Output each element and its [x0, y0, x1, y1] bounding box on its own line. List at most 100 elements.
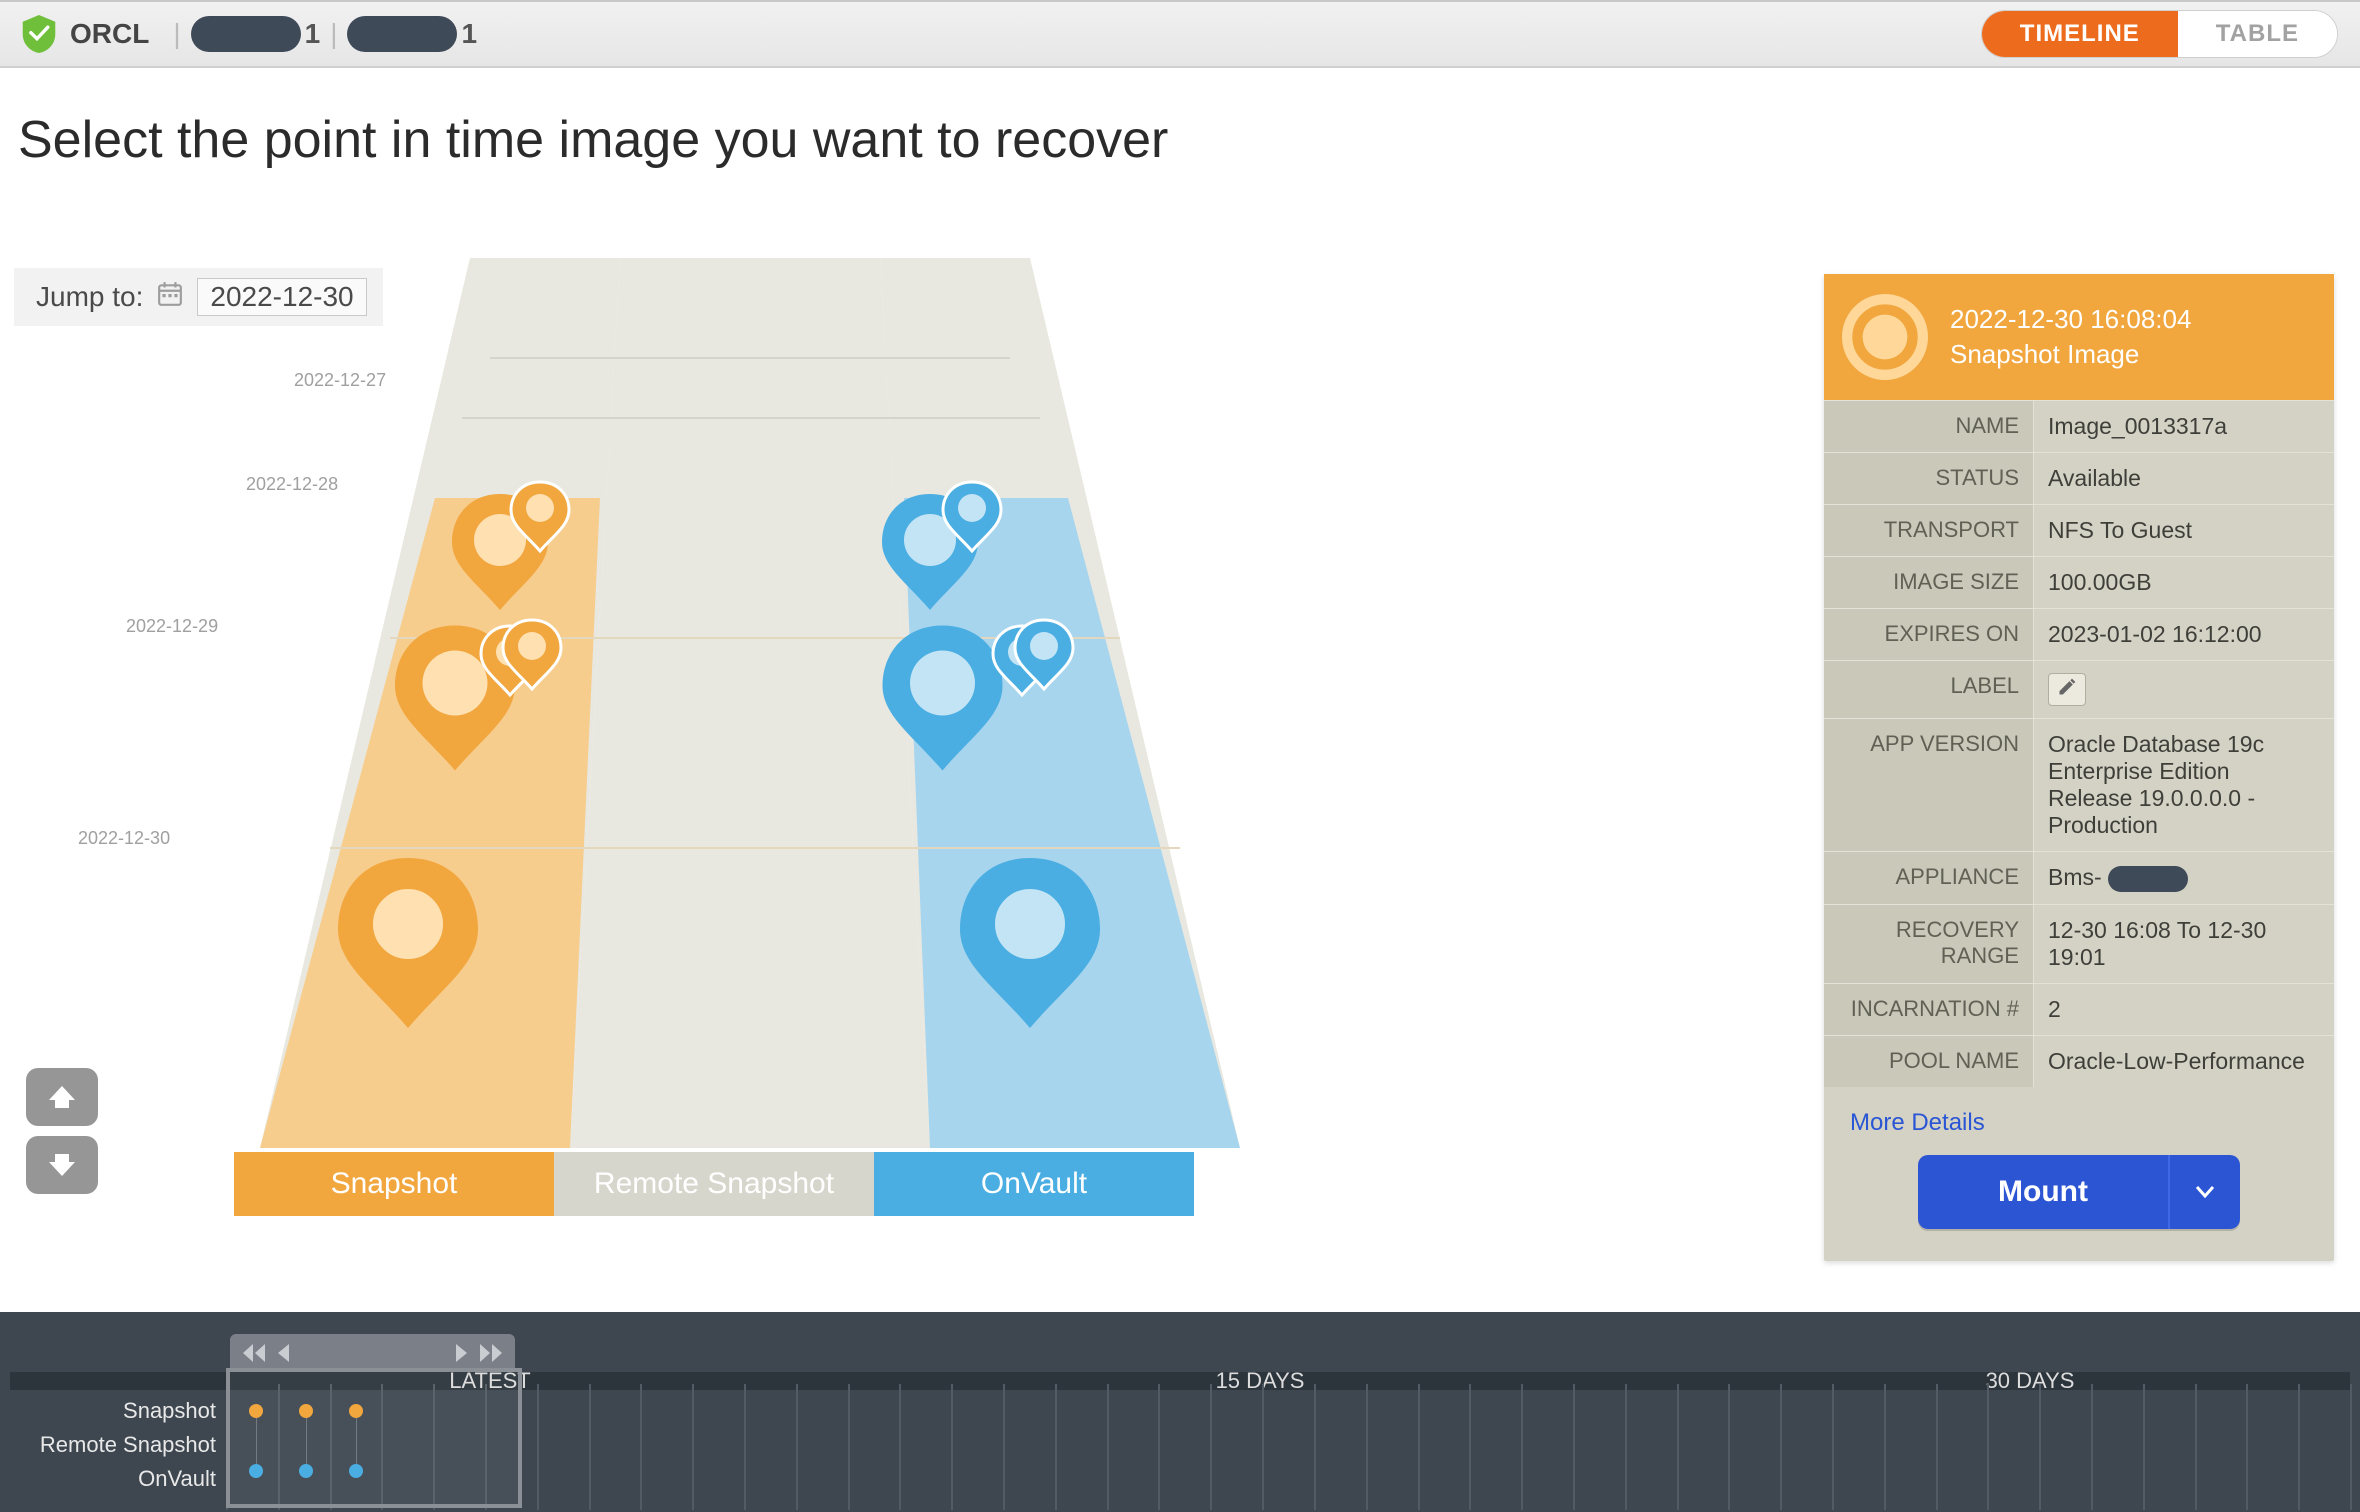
label-image-size: IMAGE SIZE — [1824, 557, 2034, 608]
label-name: NAME — [1824, 401, 2034, 452]
timeline-nav-updown — [26, 1068, 98, 1194]
scrubber-dot-onvault[interactable] — [299, 1464, 313, 1478]
scrubber-forward-icon[interactable] — [453, 1342, 471, 1364]
timeline-scrubber[interactable]: Snapshot Remote Snapshot OnVault LATEST … — [0, 1312, 2360, 1512]
scrubber-tick — [1780, 1384, 1782, 1510]
edit-label-button[interactable] — [2048, 673, 2086, 706]
label-transport: TRANSPORT — [1824, 505, 2034, 556]
label-status: STATUS — [1824, 453, 2034, 504]
snapshot-ring-icon — [1842, 294, 1928, 380]
scrubber-tick — [692, 1384, 694, 1510]
host-suffix-2: 1 — [461, 18, 477, 50]
scrubber-tick — [1677, 1384, 1679, 1510]
scrubber-tick — [537, 1384, 539, 1510]
scrubber-tick — [2246, 1384, 2248, 1510]
lane-onvault[interactable]: OnVault — [874, 1152, 1194, 1216]
scrubber-tick — [1728, 1384, 1730, 1510]
detail-datetime: 2022-12-30 16:08:04 — [1950, 304, 2191, 335]
label-pool-name: POOL NAME — [1824, 1036, 2034, 1087]
scrubber-tick — [848, 1384, 850, 1510]
detail-subtitle: Snapshot Image — [1950, 339, 2191, 370]
view-toggle: TIMELINE TABLE — [1981, 10, 2338, 58]
value-incarnation: 2 — [2034, 984, 2334, 1035]
top-bar: ORCL | 1 | 1 TIMELINE TABLE — [0, 0, 2360, 68]
host-suffix-1: 1 — [305, 18, 321, 50]
value-appliance: Bms- — [2034, 852, 2334, 904]
label-expires-on: EXPIRES ON — [1824, 609, 2034, 660]
scrubber-forward-fast-icon[interactable] — [477, 1342, 505, 1364]
scrubber-tick — [1210, 1384, 1212, 1510]
detail-header: 2022-12-30 16:08:04 Snapshot Image — [1824, 274, 2334, 400]
calendar-icon[interactable] — [157, 281, 183, 314]
scrubber-tick — [1003, 1384, 1005, 1510]
scrubber-rewind-icon[interactable] — [274, 1342, 292, 1364]
tab-table[interactable]: TABLE — [2178, 11, 2337, 57]
scrubber-tick — [2143, 1384, 2145, 1510]
scrubber-row-labels: Snapshot Remote Snapshot OnVault — [0, 1394, 226, 1496]
scrubber-tick — [1469, 1384, 1471, 1510]
scrubber-tick — [485, 1384, 487, 1510]
tab-timeline[interactable]: TIMELINE — [1982, 11, 2178, 57]
scrubber-dot-snapshot[interactable] — [299, 1404, 313, 1418]
scrubber-tick — [1314, 1384, 1316, 1510]
scrubber-tick — [2039, 1384, 2041, 1510]
separator: | — [173, 18, 180, 50]
scrubber-label-onvault: OnVault — [0, 1462, 216, 1496]
scrubber-tick — [1366, 1384, 1368, 1510]
scrubber-tick — [1625, 1384, 1627, 1510]
scrubber-tick — [589, 1384, 591, 1510]
value-label — [2034, 661, 2334, 718]
scrubber-tick — [433, 1384, 435, 1510]
scrubber-dot-onvault[interactable] — [249, 1464, 263, 1478]
label-app-version: APP VERSION — [1824, 719, 2034, 851]
value-status: Available — [2034, 453, 2334, 504]
scrubber-tick — [2091, 1384, 2093, 1510]
scrubber-tick — [796, 1384, 798, 1510]
value-name: Image_0013317a — [2034, 401, 2334, 452]
timeline-lanes[interactable] — [240, 258, 1260, 1208]
scrubber-tick — [1158, 1384, 1160, 1510]
scrubber-rewind-fast-icon[interactable] — [240, 1342, 268, 1364]
scrubber-tick — [951, 1384, 953, 1510]
lane-snapshot[interactable]: Snapshot — [234, 1152, 554, 1216]
mount-split-button: Mount — [1918, 1155, 2240, 1229]
scrubber-tick — [1107, 1384, 1109, 1510]
scrubber-tick — [1418, 1384, 1420, 1510]
mount-dropdown-button[interactable] — [2168, 1155, 2240, 1229]
scrubber-tick — [1573, 1384, 1575, 1510]
scrubber-tick — [1884, 1384, 1886, 1510]
scrubber-tick — [2350, 1384, 2352, 1510]
label-label: LABEL — [1824, 661, 2034, 718]
scrubber-tick — [1262, 1384, 1264, 1510]
scrubber-nav-pad — [230, 1334, 515, 1372]
scrubber-tick — [1936, 1384, 1938, 1510]
scroll-up-button[interactable] — [26, 1068, 98, 1126]
scrubber-tick — [2298, 1384, 2300, 1510]
label-appliance: APPLIANCE — [1824, 852, 2034, 904]
scrubber-tick — [1055, 1384, 1057, 1510]
scrubber-tick — [1987, 1384, 1989, 1510]
scroll-down-button[interactable] — [26, 1136, 98, 1194]
jump-to-label: Jump to: — [36, 281, 143, 313]
host-pill-2 — [347, 16, 457, 52]
shield-icon — [22, 15, 56, 53]
value-image-size: 100.00GB — [2034, 557, 2334, 608]
value-pool-name: Oracle-Low-Performance — [2034, 1036, 2334, 1087]
more-details-link[interactable]: More Details — [1850, 1109, 1985, 1136]
scrubber-tick — [2195, 1384, 2197, 1510]
scrubber-tick — [278, 1384, 280, 1510]
image-detail-panel: 2022-12-30 16:08:04 Snapshot Image NAMEI… — [1824, 274, 2334, 1261]
scrubber-dot-snapshot[interactable] — [249, 1404, 263, 1418]
database-name: ORCL — [70, 18, 149, 50]
scrubber-dot-snapshot[interactable] — [349, 1404, 363, 1418]
scrubber-tick — [640, 1384, 642, 1510]
lane-remote-snapshot[interactable]: Remote Snapshot — [554, 1152, 874, 1216]
lane-labels: Snapshot Remote Snapshot OnVault — [234, 1152, 1194, 1216]
scrubber-label-remote: Remote Snapshot — [0, 1428, 216, 1462]
host-pill-1 — [191, 16, 301, 52]
mount-button[interactable]: Mount — [1918, 1155, 2168, 1229]
scrubber-tick — [899, 1384, 901, 1510]
scrubber-tick — [1832, 1384, 1834, 1510]
scrubber-dot-onvault[interactable] — [349, 1464, 363, 1478]
value-recovery-range: 12-30 16:08 To 12-30 19:01 — [2034, 905, 2334, 983]
